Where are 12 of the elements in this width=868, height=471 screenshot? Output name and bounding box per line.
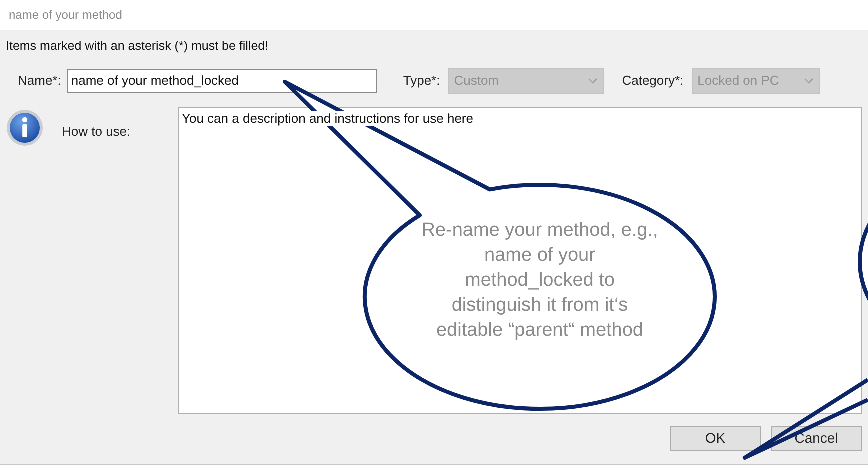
window-title: name of your method xyxy=(8,7,124,24)
how-to-use-label: How to use: xyxy=(62,122,131,141)
chevron-down-icon xyxy=(804,78,814,84)
callout-text: Re-name your method, e.g., name of your method_locked to distinguish it from it‘s editable “parent“ method xyxy=(420,219,660,343)
name-field[interactable]: name of your method_locked xyxy=(67,68,378,93)
field-label: Category*: xyxy=(622,72,684,90)
ok-button[interactable]: OK xyxy=(670,426,761,451)
field-label: Type*: xyxy=(403,72,440,90)
info-icon xyxy=(6,108,44,147)
notice-text: Items marked with an asterisk (*) must be filled! xyxy=(6,38,270,55)
name-label: Name*: xyxy=(18,72,62,90)
chevron-down-icon xyxy=(588,78,598,84)
